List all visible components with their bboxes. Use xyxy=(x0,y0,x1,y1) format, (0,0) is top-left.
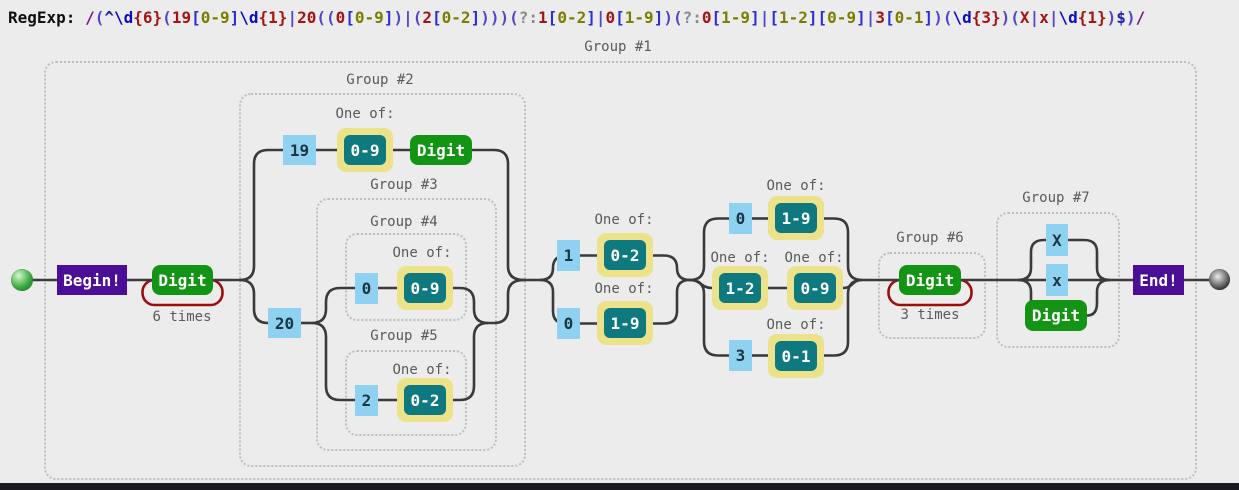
charclass-range: 0-9 xyxy=(344,135,386,165)
charclass-node-0-2-g5: 0-2 xyxy=(397,378,453,422)
literal-node-0-g4: 0 xyxy=(355,273,378,304)
charclass-node-1-2-day: 1-2 xyxy=(712,266,768,310)
one-of-label: One of: xyxy=(594,281,654,297)
literal-node-1-month: 1 xyxy=(557,240,580,271)
charclass-range: 1-9 xyxy=(604,308,646,338)
literal-node-19: 19 xyxy=(283,135,316,165)
group-5-label: Group #5 xyxy=(370,328,438,344)
literal-node-20: 20 xyxy=(268,308,301,338)
digit-node-1: Digit xyxy=(152,265,213,295)
group-2-label: Group #2 xyxy=(346,72,414,88)
literal-node-3-day: 3 xyxy=(729,340,752,371)
charclass-node-1-9-month: 1-9 xyxy=(597,301,653,345)
group-7-label: Group #7 xyxy=(1022,190,1090,206)
repeat-label-6-times: 6 times xyxy=(152,309,212,325)
one-of-label: One of: xyxy=(392,245,452,261)
charclass-node-0-2-month: 0-2 xyxy=(597,233,653,277)
begin-node: Begin! xyxy=(57,265,127,295)
start-point xyxy=(11,269,33,291)
bottom-bar xyxy=(0,483,1239,490)
group-3-label: Group #3 xyxy=(370,177,438,193)
charclass-range: 0-2 xyxy=(404,385,446,415)
charclass-range: 0-9 xyxy=(794,273,836,303)
literal-node-x: x xyxy=(1046,264,1068,296)
literal-node-0-day: 0 xyxy=(729,203,752,234)
one-of-label: One of: xyxy=(784,250,844,266)
digit-node-3: Digit xyxy=(899,265,961,295)
charclass-node-0-9-g4: 0-9 xyxy=(397,266,453,310)
charclass-range: 0-9 xyxy=(404,273,446,303)
one-of-label: One of: xyxy=(766,317,826,333)
end-point xyxy=(1209,269,1230,290)
charclass-range: 1-9 xyxy=(775,203,817,233)
group-6-label: Group #6 xyxy=(896,230,964,246)
literal-node-X: X xyxy=(1046,224,1068,256)
charclass-range: 1-2 xyxy=(719,273,761,303)
repeat-label-3-times: 3 times xyxy=(900,307,960,323)
charclass-range: 0-1 xyxy=(775,341,817,371)
one-of-label: One of: xyxy=(766,178,826,194)
group-1-label: Group #1 xyxy=(584,39,652,55)
digit-node-4: Digit xyxy=(1025,300,1087,331)
charclass-node-0-1-day: 0-1 xyxy=(768,334,824,378)
end-node: End! xyxy=(1133,265,1184,295)
literal-node-0-month: 0 xyxy=(557,308,580,339)
one-of-label: One of: xyxy=(710,250,770,266)
one-of-label: One of: xyxy=(392,362,452,378)
charclass-range: 0-2 xyxy=(604,240,646,270)
one-of-label: One of: xyxy=(335,106,395,122)
one-of-label: One of: xyxy=(594,212,654,228)
group-4-label: Group #4 xyxy=(370,214,438,230)
charclass-node-0-9: 0-9 xyxy=(337,128,393,172)
literal-node-2-g5: 2 xyxy=(355,385,378,416)
charclass-node-1-9-day: 1-9 xyxy=(768,196,824,240)
digit-node-2: Digit xyxy=(410,135,472,165)
charclass-node-0-9-day: 0-9 xyxy=(787,266,843,310)
